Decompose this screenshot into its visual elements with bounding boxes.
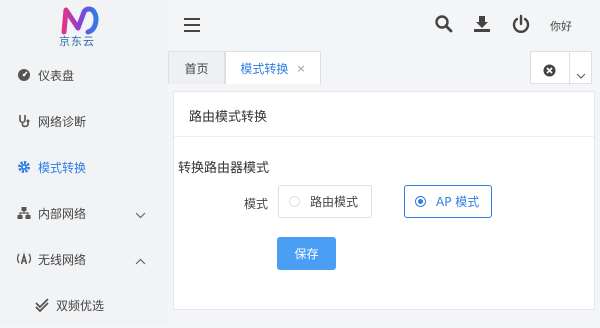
search-icon[interactable] <box>434 14 454 34</box>
double-check-icon <box>34 297 50 313</box>
divider <box>569 52 570 85</box>
chevron-up-icon[interactable] <box>135 254 146 268</box>
mode-switch-panel: 路由模式转换 转换路由器模式 模式 路由模式 AP 模式 保存 <box>173 91 595 310</box>
gauge-icon <box>16 67 32 83</box>
sidebar-item-label: 内部网络 <box>38 206 87 221</box>
radio-label: 路由模式 <box>310 195 359 209</box>
user-greeting[interactable]: 你好 <box>550 18 572 34</box>
sidebar-item-mode-switch[interactable]: 模式转换 <box>0 144 168 190</box>
sidebar-item-label: 仪表盘 <box>38 68 75 83</box>
sidebar-item-label: 双频优选 <box>56 298 105 313</box>
sidebar-item-label: 无线网络 <box>38 252 87 267</box>
radio-ap-mode[interactable]: AP 模式 <box>404 185 492 218</box>
tab-bar: 首页 模式转换 × <box>168 50 600 85</box>
save-button[interactable]: 保存 <box>277 237 336 270</box>
tab-home[interactable]: 首页 <box>168 51 225 84</box>
power-icon[interactable] <box>511 14 531 34</box>
tab-tools <box>530 51 592 85</box>
radio-router-mode[interactable]: 路由模式 <box>278 185 372 218</box>
divider <box>174 136 594 137</box>
close-icon[interactable]: × <box>296 62 305 75</box>
sidebar-item-label: 模式转换 <box>38 160 87 175</box>
tab-label: 模式转换 <box>240 61 289 76</box>
sidebar-item-dual-band[interactable]: 双频优选 <box>0 282 168 328</box>
chevron-down-icon[interactable] <box>576 65 586 84</box>
panel-title: 路由模式转换 <box>189 110 268 125</box>
close-all-tabs-icon[interactable] <box>543 62 556 81</box>
section-title: 转换路由器模式 <box>178 161 270 176</box>
tab-mode-switch[interactable]: 模式转换 × <box>225 51 321 84</box>
sidebar-item-dashboard[interactable]: 仪表盘 <box>0 52 168 98</box>
sidebar-item-wireless-network[interactable]: 无线网络 <box>0 236 168 282</box>
top-bar: 你好 <box>168 0 600 50</box>
mode-label: 模式 <box>244 197 269 211</box>
brand-name: 京东云 <box>59 35 95 48</box>
network-icon <box>16 205 32 221</box>
sidebar-item-internal-network[interactable]: 内部网络 <box>0 190 168 236</box>
download-icon[interactable] <box>472 14 492 34</box>
sidebar: 京东云 仪表盘 网络诊断 模式转换 内部网络 无线网络 双频优选 <box>0 0 168 325</box>
chevron-down-icon[interactable] <box>135 208 146 222</box>
gear-icon <box>16 159 32 175</box>
sidebar-item-label: 网络诊断 <box>38 114 87 129</box>
radio-circle-icon <box>289 196 300 207</box>
stethoscope-icon <box>16 113 32 129</box>
radio-checked-icon <box>415 196 426 207</box>
tab-label: 首页 <box>184 61 209 76</box>
sidebar-item-network-diagnosis[interactable]: 网络诊断 <box>0 98 168 144</box>
radio-label: AP 模式 <box>436 195 480 209</box>
wireless-icon <box>16 251 32 267</box>
menu-toggle-icon[interactable] <box>184 18 200 32</box>
